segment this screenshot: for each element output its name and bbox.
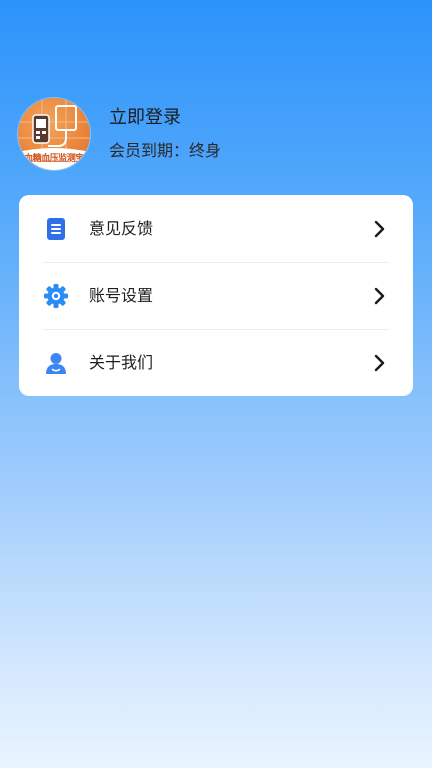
member-expiry-text: 会员到期：终身 [109, 141, 222, 160]
gear-icon [44, 284, 68, 308]
menu-item-feedback[interactable]: 意见反馈 [19, 195, 413, 262]
menu-item-label: 意见反馈 [89, 219, 154, 238]
menu-item-label: 关于我们 [89, 353, 154, 372]
menu-item-account-settings[interactable]: 账号设置 [19, 262, 413, 329]
profile-header[interactable]: 血糖血压监测宝 立即登录 会员到期：终身 [18, 98, 414, 170]
menu-item-about-us[interactable]: 关于我们 [19, 329, 413, 396]
login-link[interactable]: 立即登录 [109, 106, 181, 130]
avatar[interactable]: 血糖血压监测宝 [18, 98, 90, 170]
menu-card: 意见反馈 账号设置 关于我们 [19, 195, 413, 396]
menu-item-label: 账号设置 [89, 286, 154, 305]
chevron-right-icon [374, 354, 385, 372]
chevron-right-icon [374, 287, 385, 305]
feedback-document-icon [47, 218, 65, 240]
user-icon [46, 353, 66, 374]
avatar-caption: 血糖血压监测宝 [24, 154, 84, 164]
chevron-right-icon [374, 220, 385, 238]
